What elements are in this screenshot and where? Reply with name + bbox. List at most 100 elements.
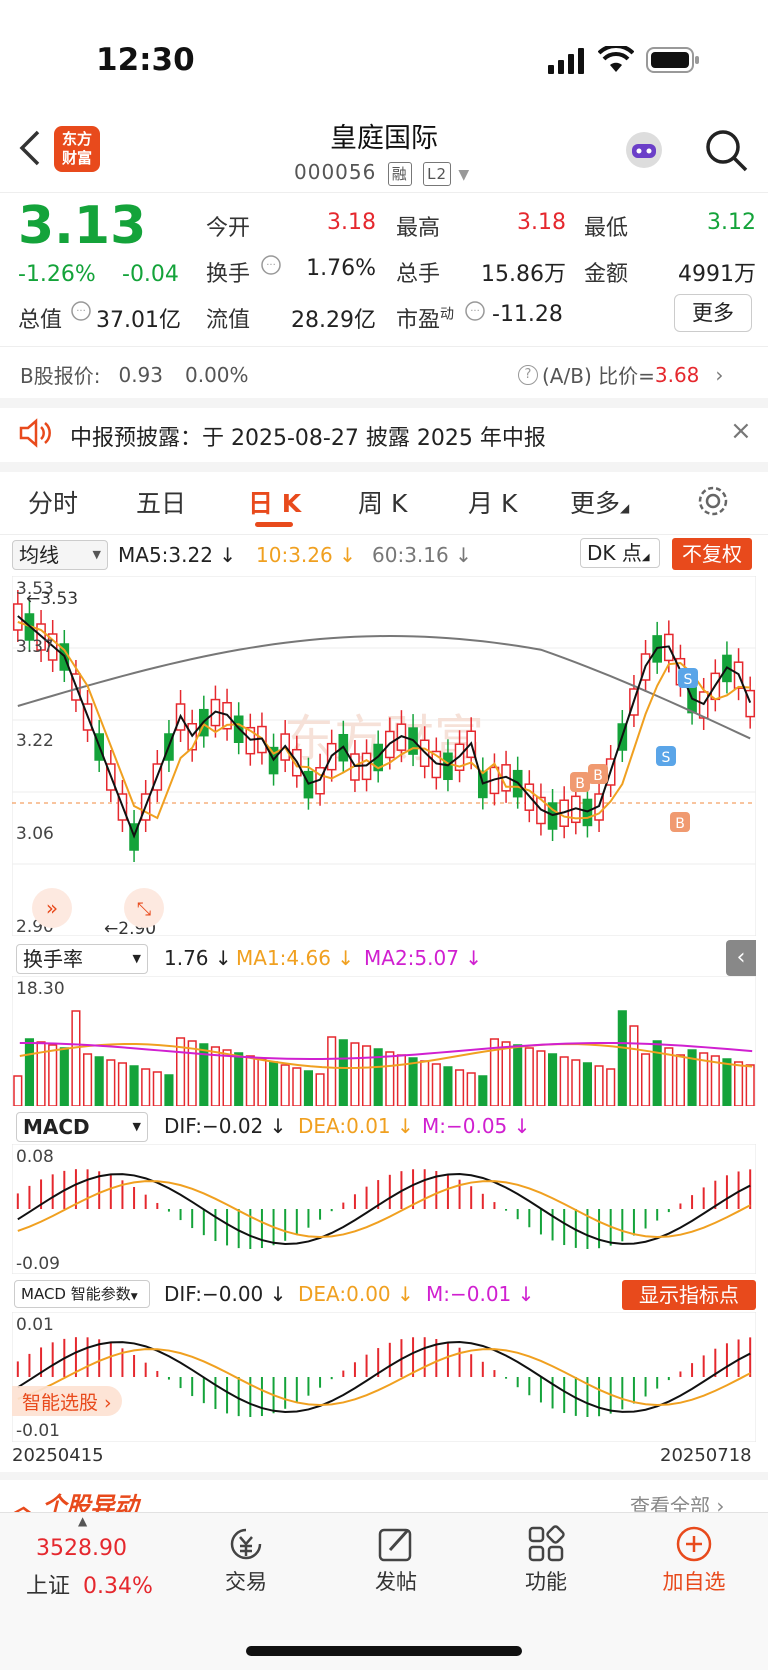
svg-text:»: » [46,896,58,920]
turnover-bar [385,1051,395,1106]
settings-gear-icon[interactable] [696,484,730,518]
info-dots-icon[interactable]: ··· [260,254,282,276]
ab-ratio-value: 3.68 [654,362,700,387]
market-cap-value: 37.01亿 [96,308,181,333]
turnover-value: 1.76% [306,256,376,281]
turnover-bar [152,1071,162,1106]
index-row[interactable]: 上证 0.34% [26,1568,153,1600]
nav-function[interactable]: 功能 [496,1566,596,1596]
y-label-2: 3.37 [16,637,54,657]
svg-text:···: ··· [266,260,276,271]
no-adjust-button[interactable]: 不复权 [672,538,752,570]
kline-chart[interactable]: 东方财富 3.53 3.37 3.22 3.06 2.90 ←3.53 ←2.9… [12,576,756,936]
status-time: 12:30 [96,42,195,78]
tab-weekly-k[interactable]: 周 K [358,484,407,520]
turnover-bar [245,1055,255,1106]
tab-intraday[interactable]: 分时 [28,484,78,520]
ma10-value: 10:3.26 ↓ [256,543,356,567]
show-indicator-points-button[interactable]: 显示指标点 [622,1280,756,1310]
macd-chart[interactable]: 0.08 -0.09 [12,1144,756,1274]
ma60-value: 60:3.16 ↓ [372,543,472,567]
signal-icon [548,48,584,74]
ma-select[interactable]: 均线 ▼ [12,540,108,570]
turnover-chart[interactable]: 18.30 [12,976,756,1106]
date-end: 20250718 [660,1445,752,1466]
macd-bottom-label: -0.09 [16,1254,60,1274]
float-cap-value: 28.29亿 [291,308,376,333]
pe-value: -11.28 [492,302,563,327]
info-dots-icon[interactable]: ··· [70,300,92,322]
turnover-select[interactable]: 换手率 ▼ [16,944,148,974]
high-marker: ←3.53 [26,589,78,609]
ma5-value: MA5:3.22 ↓ [118,543,237,567]
turnover-bar [664,1047,674,1106]
turnover-bar [117,1062,127,1106]
macd-dea: DEA:0.01 ↓ [298,1114,414,1138]
turnover-label: 换手 [206,262,251,287]
turnover-bar [83,1053,93,1106]
turnover-bar [234,1052,244,1106]
turnover-bar [141,1068,151,1106]
turnover-ma1: MA1:4.66 ↓ [236,946,355,970]
ab-ratio-row[interactable]: ? (A/B) 比价= 3.68 › [518,360,723,389]
notice-text[interactable]: 中报预披露：于 2025-08-27 披露 2025 年中报 [70,420,546,452]
index-name: 上证 [26,1574,71,1599]
search-icon[interactable] [704,128,750,174]
turnover-bar [222,1049,232,1106]
turnover-bar [559,1056,569,1106]
turnover-bar [327,1036,337,1106]
open-value: 3.18 [327,210,376,235]
nav-trade[interactable]: 交易 [196,1566,296,1596]
turnover-bar [280,1064,290,1106]
dk-point-button[interactable]: DK 点◢ [580,538,660,568]
wifi-icon [598,46,634,72]
svg-text:···: ··· [76,306,86,317]
turnover-bar [59,1047,69,1106]
close-icon[interactable]: × [730,416,752,446]
change-amount: -0.04 [122,262,179,287]
turnover-bar [524,1047,534,1106]
turnover-bar [408,1057,418,1106]
smart-macd-m: M:−0.01 ↓ [426,1282,535,1306]
turnover-bar [722,1058,732,1106]
add-circle-icon [676,1526,712,1562]
tab-five-day[interactable]: 五日 [136,484,186,520]
margin-tag: 融 [387,162,412,186]
turnover-bar [303,1070,313,1106]
smart-stock-pick-button[interactable]: 智能选股 › [12,1386,122,1416]
high-value: 3.18 [517,210,566,235]
smart-macd-dif: DIF:−0.00 ↓ [164,1282,287,1306]
turnover-rate-value: 1.76 ↓ [164,946,232,970]
low-value: 3.12 [707,210,756,235]
tab-monthly-k[interactable]: 月 K [468,484,517,520]
tab-daily-k[interactable]: 日 K [248,484,301,520]
turnover-bar [606,1068,616,1106]
index-value[interactable]: 3528.90 [36,1536,127,1561]
robot-assistant-icon[interactable] [620,128,668,172]
svg-text:⤡: ⤡ [137,899,151,920]
y-label-4: 3.06 [16,824,54,844]
turnover-bar [338,1039,348,1106]
smart-macd-select[interactable]: MACD 智能参数▼ [14,1280,150,1308]
turnover-bar [571,1059,581,1106]
turnover-bar [164,1074,174,1106]
macd-dif: DIF:−0.02 ↓ [164,1114,287,1138]
stock-code-row[interactable]: 000056 融 L2 ▼ [294,160,470,186]
volume-value: 15.86万 [481,262,566,287]
turnover-bar [745,1064,755,1106]
info-dots-icon[interactable]: ··· [464,300,486,322]
amount-value: 4991万 [678,262,756,287]
more-button[interactable]: 更多 [674,294,752,332]
nav-add-watchlist[interactable]: 加自选 [644,1566,744,1596]
turnover-bar [443,1066,453,1106]
open-label: 今开 [206,216,251,241]
b-share-price: 0.93 [118,362,163,387]
turnover-bar [420,1060,430,1106]
smart-macd-chart[interactable]: 0.01 -0.01 [12,1312,756,1442]
tab-more[interactable]: 更多◢ [570,484,629,520]
svg-text:···: ··· [470,306,480,317]
collapse-panel-button[interactable]: ‹ [726,940,756,976]
nav-post[interactable]: 发帖 [346,1566,446,1596]
turnover-bar [582,1062,592,1106]
macd-select[interactable]: MACD ▼ [16,1112,148,1142]
